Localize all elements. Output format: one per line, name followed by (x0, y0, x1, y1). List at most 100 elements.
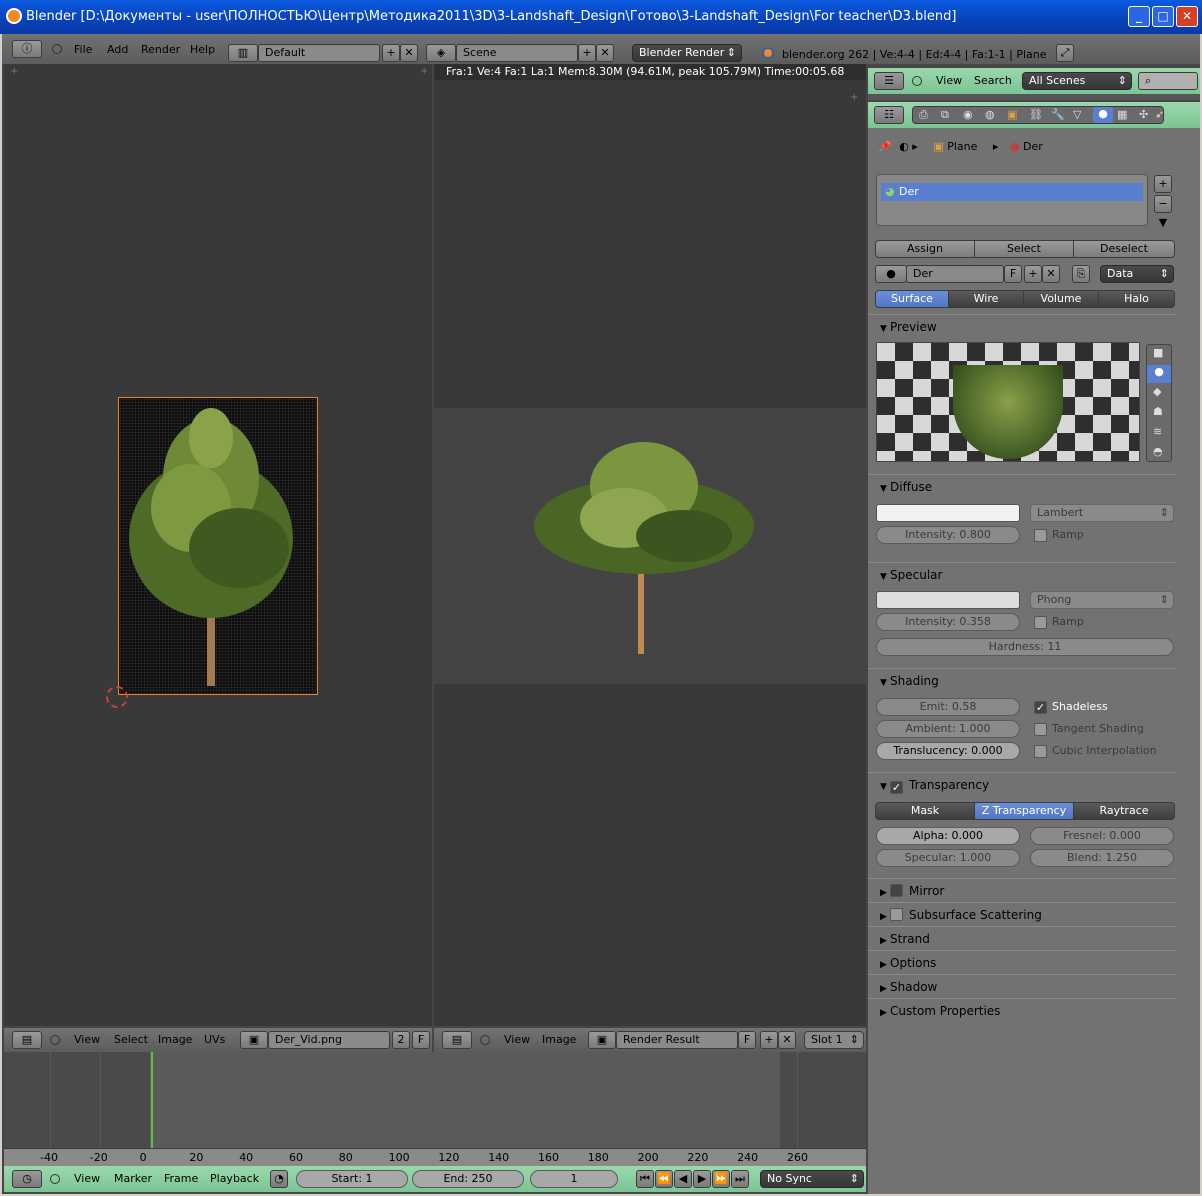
scene-context-icon[interactable]: ◉ (963, 108, 973, 121)
timeline-menu-playback[interactable]: Playback (210, 1167, 259, 1191)
timeline-menu-marker[interactable]: Marker (114, 1167, 152, 1191)
editor-type-image-icon[interactable]: ▤ (442, 1031, 472, 1049)
menu-file[interactable]: File (74, 38, 92, 62)
menu-help[interactable]: Help (190, 38, 215, 62)
diffuse-shader-dropdown[interactable]: Lambert ⇕ (1030, 504, 1174, 522)
end-frame-field[interactable]: End: 250 (412, 1170, 524, 1188)
object-context-icon[interactable]: ▣ (1007, 108, 1017, 121)
material-slot-list[interactable]: ◕ Der (876, 174, 1148, 226)
collapse-menu-icon[interactable] (480, 1035, 490, 1045)
timeline-area[interactable]: -40 -20 0 20 40 60 80 100 120 140 160 180 200 220 240 2… (4, 1052, 866, 1166)
render-result-editor[interactable]: Fra:1 Ve:4 Fa:1 La:1 Mem:8.30M (94.61M, … (434, 64, 866, 1026)
panel-transparency-header[interactable]: ▼ ✓ Transparency (868, 772, 1176, 796)
preview-monkey-icon[interactable]: ☗ (1153, 405, 1163, 418)
alpha-slider[interactable]: Alpha: 0.000 (876, 827, 1020, 845)
outliner-menu-search[interactable]: Search (974, 69, 1012, 93)
assign-button[interactable]: Assign (875, 240, 975, 258)
editor-type-info-icon[interactable]: ⓘ (12, 40, 42, 58)
transparency-mode-mask[interactable]: Mask (875, 802, 975, 820)
deselect-button[interactable]: Deselect (1073, 240, 1175, 258)
image-menu-image[interactable]: Image (542, 1028, 576, 1052)
particles-context-icon[interactable]: ✣ (1139, 108, 1148, 121)
jump-start-icon[interactable]: ⏮ (636, 1170, 654, 1188)
specular-intensity-slider[interactable]: Intensity: 0.358 (876, 613, 1020, 631)
collapse-menu-icon[interactable] (52, 44, 62, 54)
panel-options-header[interactable]: ▶ Options (868, 950, 1176, 974)
render-result-name-field[interactable]: Render Result (616, 1031, 738, 1049)
material-fake-user-button[interactable]: F (1004, 265, 1022, 283)
image-browse-icon[interactable]: ▣ (240, 1031, 268, 1049)
area-split-icon[interactable]: + (10, 66, 18, 77)
data-context-icon[interactable]: ▽ (1073, 108, 1081, 121)
add-screen-icon[interactable]: + (382, 44, 400, 62)
timeline-ruler[interactable]: -40 -20 0 20 40 60 80 100 120 140 160 180 200 220 240 2… (4, 1148, 866, 1166)
delete-screen-icon[interactable]: ✕ (400, 44, 418, 62)
sss-checkbox[interactable] (890, 908, 903, 921)
editor-type-timeline-icon[interactable]: ◷ (12, 1170, 42, 1188)
preview-sphere-icon[interactable]: ● (1147, 365, 1171, 383)
collapse-menu-icon[interactable] (912, 76, 922, 86)
transparency-mode-raytrace[interactable]: Raytrace (1073, 802, 1175, 820)
jump-end-icon[interactable]: ⏭ (731, 1170, 749, 1188)
render-slot-dropdown[interactable]: Slot 1 ⇕ (804, 1031, 864, 1049)
panel-shading-header[interactable]: ▼ Shading (868, 668, 1176, 692)
material-name-field[interactable]: Der (906, 265, 1004, 283)
diffuse-ramp-checkbox[interactable] (1034, 529, 1047, 542)
emit-field[interactable]: Emit: 0.58 (876, 698, 1020, 716)
outliner-menu-view[interactable]: View (936, 69, 962, 93)
delete-scene-icon[interactable]: ✕ (596, 44, 614, 62)
scene-field[interactable]: Scene (456, 44, 578, 62)
screen-layout-field[interactable]: Default (258, 44, 380, 62)
play-reverse-icon[interactable]: ◀ (674, 1170, 692, 1188)
constraints-context-icon[interactable]: ⛓ (1029, 108, 1043, 121)
image-users-count[interactable]: 2 (392, 1031, 410, 1049)
slot-specials-icon[interactable]: ▼ (1154, 215, 1172, 233)
editor-type-outliner-icon[interactable]: ☰ (874, 72, 904, 90)
jump-prev-keyframe-icon[interactable]: ⏪ (655, 1170, 673, 1188)
uv-image-canvas[interactable] (118, 397, 318, 695)
jump-next-keyframe-icon[interactable]: ⏩ (712, 1170, 730, 1188)
new-material-icon[interactable]: + (1024, 265, 1042, 283)
panel-mirror-header[interactable]: ▶ Mirror (868, 878, 1176, 902)
material-slot-item[interactable]: ◕ Der (881, 183, 1143, 201)
ambient-slider[interactable]: Ambient: 1.000 (876, 720, 1020, 738)
collapse-menu-icon[interactable] (50, 1174, 60, 1184)
uv-image-name-field[interactable]: Der_Vid.png (268, 1031, 390, 1049)
type-tab-halo[interactable]: Halo (1098, 290, 1175, 308)
type-tab-surface[interactable]: Surface (875, 290, 949, 308)
uv-image-editor[interactable]: + + (4, 64, 432, 1026)
menu-add[interactable]: Add (107, 38, 128, 62)
panel-custom-props-header[interactable]: ▶ Custom Properties (868, 998, 1176, 1022)
transparency-specular-slider[interactable]: Specular: 1.000 (876, 849, 1020, 867)
uv-menu-image[interactable]: Image (158, 1028, 192, 1052)
type-tab-wire[interactable]: Wire (948, 290, 1024, 308)
maximize-button[interactable]: □ (1152, 6, 1174, 27)
editor-type-uv-icon[interactable]: ▤ (12, 1031, 42, 1049)
minimize-button[interactable]: _ (1128, 6, 1150, 27)
current-frame-line[interactable] (151, 1052, 153, 1148)
panel-strand-header[interactable]: ▶ Strand (868, 926, 1176, 950)
add-scene-icon[interactable]: + (578, 44, 596, 62)
tangent-shading-checkbox[interactable] (1034, 723, 1047, 736)
render-engine-dropdown[interactable]: Blender Render ⇕ (632, 44, 742, 62)
panel-diffuse-header[interactable]: ▼ Diffuse (868, 474, 1176, 498)
start-frame-field[interactable]: Start: 1 (296, 1170, 408, 1188)
specular-color-swatch[interactable] (876, 591, 1020, 609)
panel-shadow-header[interactable]: ▶ Shadow (868, 974, 1176, 998)
panel-specular-header[interactable]: ▼ Specular (868, 562, 1176, 586)
timeline-menu-frame[interactable]: Frame (164, 1167, 198, 1191)
timeline-menu-view[interactable]: View (74, 1167, 100, 1191)
current-frame-field[interactable]: 1 (530, 1170, 618, 1188)
diffuse-color-swatch[interactable] (876, 504, 1020, 522)
shadeless-checkbox[interactable]: ✓ (1034, 701, 1047, 714)
preview-sky-icon[interactable]: ◓ (1153, 445, 1163, 458)
uv-menu-uvs[interactable]: UVs (204, 1028, 225, 1052)
specular-ramp-checkbox[interactable] (1034, 616, 1047, 629)
uv-menu-select[interactable]: Select (114, 1028, 148, 1052)
menu-render[interactable]: Render (141, 38, 180, 62)
editor-type-properties-icon[interactable]: ☷ (874, 106, 904, 124)
panel-sss-header[interactable]: ▶ Subsurface Scattering (868, 902, 1176, 926)
cubic-interpolation-checkbox[interactable] (1034, 745, 1047, 758)
uv-menu-view[interactable]: View (74, 1028, 100, 1052)
close-button[interactable]: ✕ (1176, 6, 1198, 27)
